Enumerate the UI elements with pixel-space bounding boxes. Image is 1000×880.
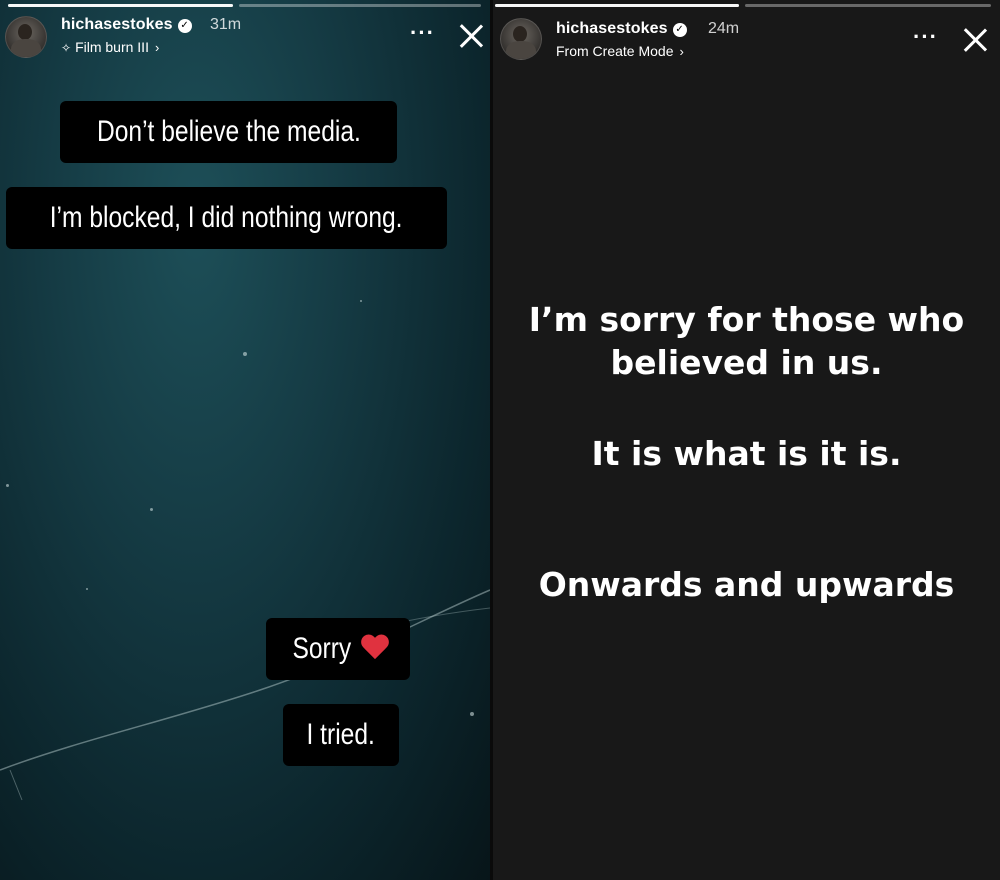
story-text-line: believed in us. (610, 343, 883, 382)
story-progress-segment (239, 4, 481, 7)
sticker-text: I’m blocked, I did nothing wrong. (50, 201, 403, 234)
text-sticker: Don’t believe the media. (60, 101, 397, 163)
story-text-line: Onwards and upwards (538, 565, 955, 604)
film-speck (150, 508, 153, 511)
verified-badge-icon: ✓ (672, 23, 687, 37)
film-speck (360, 300, 362, 302)
text-sticker: I tried. (283, 704, 399, 766)
film-speck (243, 352, 247, 356)
story-text-line: I’m sorry for those who (528, 300, 965, 339)
effect-name: Film burn III (75, 39, 149, 55)
create-mode-label: From Create Mode (556, 43, 674, 59)
post-time: 31m (210, 16, 242, 33)
close-icon[interactable] (961, 26, 989, 54)
verified-badge-icon: ✓ (177, 19, 192, 33)
post-time: 24m (708, 20, 740, 37)
sticker-text: I tried. (306, 718, 376, 751)
chevron-right-icon: › (154, 40, 160, 55)
left-story-panel[interactable]: hichasestokes ✓ 31m ✧ Film burn III › ··· D… (0, 0, 490, 880)
story-progress-segment (745, 4, 991, 7)
film-speck (470, 712, 474, 716)
username[interactable]: hichasestokes ✓ (61, 16, 192, 34)
story-progress-segment (495, 4, 739, 7)
story-progress-segment (8, 4, 233, 7)
sticker-text: Don’t believe the media. (96, 115, 361, 148)
sparkle-icon: ✧ (61, 41, 72, 55)
text-sticker: Sorry (266, 618, 410, 680)
avatar[interactable] (500, 18, 542, 60)
avatar[interactable] (5, 16, 47, 58)
film-speck (6, 484, 9, 487)
close-icon[interactable] (457, 22, 485, 50)
more-options-icon[interactable]: ··· (913, 24, 938, 50)
story-text-line: It is what is it is. (591, 434, 902, 473)
create-mode-link[interactable]: From Create Mode › (556, 43, 684, 59)
film-speck (86, 588, 88, 590)
sticker-text: Sorry (292, 632, 352, 665)
effect-link[interactable]: ✧ Film burn III › (61, 39, 159, 55)
right-story-panel[interactable]: hichasestokes ✓ 24m From Create Mode › ···… (493, 0, 1000, 880)
chevron-right-icon: › (679, 44, 684, 59)
username[interactable]: hichasestokes ✓ (556, 20, 687, 38)
more-options-icon[interactable]: ··· (410, 20, 435, 46)
text-sticker: I’m blocked, I did nothing wrong. (6, 187, 447, 249)
heart-emoji (360, 632, 390, 662)
